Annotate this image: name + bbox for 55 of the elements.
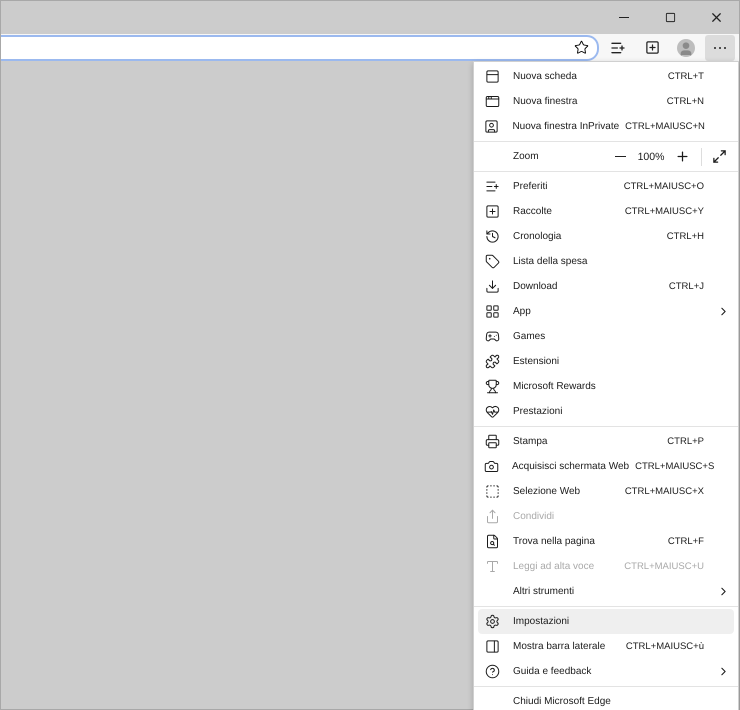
avatar-icon bbox=[677, 38, 695, 56]
private-window-icon bbox=[484, 119, 500, 134]
menu-item[interactable]: Stampa CTRL+P bbox=[478, 429, 734, 454]
menu-item[interactable]: Lista della spesa bbox=[478, 249, 734, 274]
tag-icon bbox=[484, 254, 500, 269]
collections-icon bbox=[484, 204, 500, 219]
menu-item[interactable]: Nuova scheda CTRL+T bbox=[478, 64, 734, 89]
puzzle-icon bbox=[484, 354, 500, 369]
heart-pulse-icon bbox=[484, 404, 500, 419]
camera-icon bbox=[484, 459, 499, 474]
zoom-level: 100% bbox=[636, 150, 666, 162]
settings-icon bbox=[484, 614, 500, 629]
minus-icon bbox=[614, 156, 626, 157]
selection-icon bbox=[484, 484, 500, 499]
sidebar-icon bbox=[484, 639, 500, 654]
menu-item[interactable]: Download CTRL+J bbox=[478, 274, 734, 299]
address-field[interactable] bbox=[1, 34, 599, 60]
read-aloud-icon bbox=[484, 559, 500, 574]
menu-item[interactable]: Prestazioni bbox=[478, 399, 734, 424]
menu-item[interactable]: Raccolte CTRL+MAIUSC+Y bbox=[478, 199, 734, 224]
menu-item[interactable]: Acquisisci schermata Web CTRL+MAIUSC+S bbox=[478, 454, 734, 479]
menu-item[interactable]: Microsoft Rewards bbox=[478, 374, 734, 399]
menu-item[interactable]: Chiudi Microsoft Edge bbox=[478, 689, 734, 710]
download-icon bbox=[484, 279, 500, 294]
menu-item[interactable]: Impostazioni bbox=[478, 609, 734, 634]
gamepad-icon bbox=[484, 329, 500, 344]
favorites-icon bbox=[610, 40, 626, 56]
menu-item[interactable]: Selezione Web CTRL+MAIUSC+X bbox=[478, 479, 734, 504]
expand-arrows-icon bbox=[712, 149, 726, 164]
menu-item[interactable]: Nuova finestra CTRL+N bbox=[478, 89, 734, 114]
maximize-icon bbox=[664, 12, 676, 23]
menu-item-label: Zoom bbox=[513, 151, 540, 162]
collections-icon bbox=[644, 40, 660, 55]
share-icon bbox=[484, 509, 500, 524]
history-icon bbox=[484, 229, 500, 244]
menu-item[interactable]: App bbox=[478, 299, 734, 324]
menu-item[interactable]: Nuova finestra InPrivate CTRL+MAIUSC+N bbox=[478, 114, 734, 139]
plus-icon bbox=[674, 149, 690, 164]
menu-item[interactable]: Games bbox=[478, 324, 734, 349]
menu-item[interactable]: Guida e feedback bbox=[478, 659, 734, 684]
menu-item[interactable]: Altri strumenti bbox=[478, 579, 734, 604]
trophy-icon bbox=[484, 379, 500, 394]
menu-item[interactable]: Trova nella pagina CTRL+F bbox=[478, 529, 734, 554]
apps-icon bbox=[484, 304, 500, 319]
find-icon bbox=[484, 534, 500, 549]
menu-item[interactable]: Estensioni bbox=[478, 349, 734, 374]
add-favorite-icon[interactable] bbox=[574, 40, 589, 55]
window-icon bbox=[484, 94, 500, 109]
help-icon bbox=[484, 664, 500, 679]
menu-item[interactable]: Mostra barra laterale CTRL+MAIUSC+ù bbox=[478, 634, 734, 659]
menu-item[interactable]: Cronologia CTRL+H bbox=[478, 224, 734, 249]
printer-icon bbox=[484, 434, 500, 449]
menu-item[interactable]: Preferiti CTRL+MAIUSC+O bbox=[478, 174, 734, 199]
minimize-icon bbox=[619, 17, 629, 18]
tab-icon bbox=[484, 69, 500, 84]
